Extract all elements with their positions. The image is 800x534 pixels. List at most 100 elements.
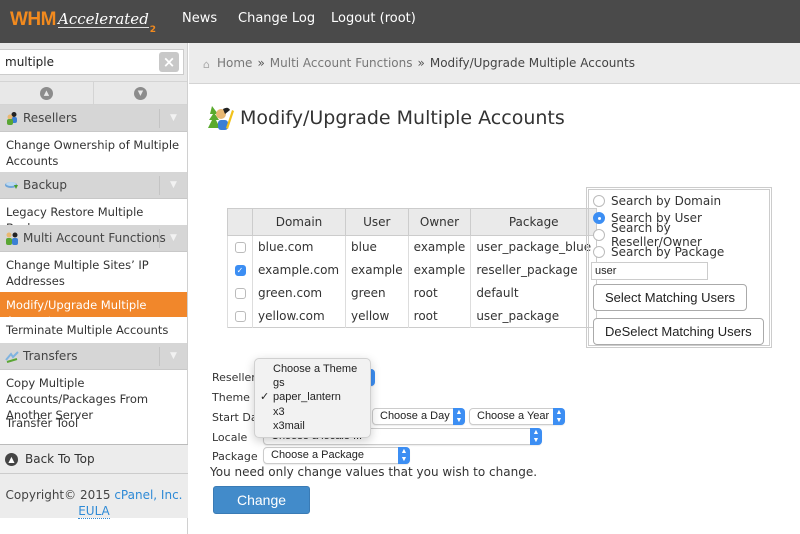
match-search-input[interactable] bbox=[591, 262, 708, 280]
chevron-down-icon[interactable]: ▼ bbox=[159, 176, 187, 195]
radio-search-reseller[interactable]: Search by Reseller/Owner bbox=[593, 221, 765, 249]
logo-whm-text: WHM bbox=[10, 9, 56, 30]
package-select[interactable]: Choose a Package ▲ ▼ bbox=[263, 447, 410, 464]
cpanel-link[interactable]: cPanel, Inc. bbox=[114, 488, 182, 502]
cell-package: user_package bbox=[470, 304, 597, 328]
modify-accounts-icon bbox=[206, 104, 234, 132]
theme-label: Theme bbox=[212, 391, 250, 404]
cell-domain: example.com bbox=[252, 258, 346, 282]
logo-version: 2 bbox=[149, 25, 157, 35]
theme-option-gs[interactable]: gs bbox=[255, 376, 370, 390]
sidebar-footer: Copyright© 2015 cPanel, Inc. EULA bbox=[0, 474, 188, 519]
cell-domain: green.com bbox=[252, 281, 346, 305]
radio-button[interactable] bbox=[593, 194, 605, 207]
accounts-table: Domain User Owner Package blue.com blue … bbox=[227, 208, 598, 328]
cell-domain: blue.com bbox=[252, 235, 346, 259]
sidebar-category-multi-account[interactable]: Multi Account Functions ▼ bbox=[0, 225, 187, 252]
resellers-icon bbox=[5, 111, 19, 125]
breadcrumb-section[interactable]: Multi Account Functions bbox=[270, 56, 413, 70]
row-checkbox-checked[interactable]: ✓ bbox=[234, 265, 246, 276]
sidebar-category-backup[interactable]: Backup ▼ bbox=[0, 172, 187, 199]
sidebar-search-input[interactable] bbox=[0, 49, 184, 75]
sidebar-category-resellers[interactable]: Resellers ▼ bbox=[0, 105, 187, 132]
backup-icon bbox=[5, 178, 19, 192]
radio-search-domain[interactable]: Search by Domain bbox=[593, 192, 765, 209]
option-label: paper_lantern bbox=[273, 391, 341, 404]
breadcrumb-current: Modify/Upgrade Multiple Accounts bbox=[429, 56, 635, 70]
table-row: blue.com blue example user_package_blue bbox=[227, 235, 597, 259]
column-header-package[interactable]: Package bbox=[470, 208, 598, 236]
breadcrumb: ⌂ Home » Multi Account Functions » Modif… bbox=[189, 43, 800, 84]
row-checkbox[interactable] bbox=[234, 288, 246, 299]
nav-change-log[interactable]: Change Log bbox=[238, 11, 315, 26]
breadcrumb-separator: » bbox=[417, 56, 425, 70]
expand-all-button[interactable]: ▼ bbox=[94, 82, 187, 104]
column-header-user[interactable]: User bbox=[345, 208, 409, 236]
option-label: Choose a Theme bbox=[273, 363, 358, 375]
theme-option-x3[interactable]: x3 bbox=[255, 405, 370, 419]
row-checkbox[interactable] bbox=[234, 242, 246, 254]
collapse-all-button[interactable]: ▲ bbox=[0, 82, 94, 104]
day-select[interactable]: Choose a Day ▲ ▼ bbox=[372, 408, 465, 425]
home-icon[interactable]: ⌂ bbox=[203, 58, 214, 71]
chevron-down-icon: ▼ bbox=[134, 86, 147, 100]
row-checkbox[interactable] bbox=[234, 310, 246, 322]
nav-logout[interactable]: Logout (root) bbox=[331, 11, 416, 26]
row-select-cell: ✓ bbox=[227, 258, 253, 282]
option-label: x3 bbox=[273, 405, 285, 418]
back-to-top-button[interactable]: ▲ Back To Top bbox=[0, 444, 188, 474]
nav-news[interactable]: News bbox=[182, 11, 217, 26]
cell-user: yellow bbox=[345, 304, 409, 328]
year-select[interactable]: Choose a Year ▲ ▼ bbox=[469, 408, 565, 425]
theme-dropdown-menu: Choose a Theme gs ✓ paper_lantern x3 x3ma… bbox=[254, 358, 371, 438]
select-arrows-icon: ▲▼ bbox=[553, 408, 565, 425]
whm-logo[interactable]: WHM Accelerated 2 bbox=[10, 6, 156, 36]
row-select-cell bbox=[227, 281, 253, 305]
back-to-top-label: Back To Top bbox=[25, 452, 95, 466]
option-label: gs bbox=[273, 377, 285, 390]
change-note: You need only change values that you wis… bbox=[210, 465, 538, 479]
cell-user: example bbox=[345, 258, 409, 282]
cell-owner: example bbox=[407, 235, 471, 259]
day-select-value: Choose a Day bbox=[380, 410, 450, 422]
theme-option-choose[interactable]: Choose a Theme bbox=[255, 362, 370, 376]
radio-button[interactable] bbox=[593, 228, 605, 241]
sidebar-item-legacy-restore[interactable]: Legacy Restore Multiple Backups bbox=[0, 199, 187, 235]
sidebar-item-change-ownership[interactable]: Change Ownership of Multiple Accounts bbox=[0, 132, 187, 172]
transfers-icon bbox=[5, 349, 19, 363]
eula-link[interactable]: EULA bbox=[78, 504, 110, 519]
sidebar-category-transfers[interactable]: Transfers ▼ bbox=[0, 343, 187, 370]
page-title: Modify/Upgrade Multiple Accounts bbox=[240, 107, 565, 129]
radio-button-selected[interactable] bbox=[593, 211, 605, 224]
sidebar-item-modify-upgrade[interactable]: Modify/Upgrade Multiple Accounts bbox=[0, 292, 187, 328]
arrow-up-circle-icon: ▲ bbox=[5, 452, 18, 466]
cell-user: green bbox=[345, 281, 409, 305]
sidebar-item-change-ip[interactable]: Change Multiple Sites’ IP Addresses bbox=[0, 252, 187, 292]
option-label: x3mail bbox=[273, 419, 305, 432]
chevron-up-icon: ▲ bbox=[40, 86, 53, 100]
column-header-owner[interactable]: Owner bbox=[407, 208, 472, 236]
sidebar-item-copy-accounts[interactable]: Copy Multiple Accounts/Packages From Ano… bbox=[0, 370, 187, 422]
multi-account-icon bbox=[5, 231, 19, 245]
sidebar: × ▲ ▼ Resellers ▼ Change Ownership of Mu… bbox=[0, 43, 188, 534]
theme-option-x3mail[interactable]: x3mail bbox=[255, 419, 370, 433]
select-arrows-icon: ▲▼ bbox=[398, 447, 410, 464]
column-header-domain[interactable]: Domain bbox=[252, 208, 346, 236]
clear-search-icon[interactable]: × bbox=[159, 52, 179, 72]
breadcrumb-home[interactable]: Home bbox=[217, 56, 252, 70]
cell-owner: example bbox=[407, 258, 471, 282]
radio-button[interactable] bbox=[593, 245, 605, 258]
theme-option-paper-lantern[interactable]: ✓ paper_lantern bbox=[255, 390, 370, 404]
category-label: Multi Account Functions bbox=[23, 231, 166, 245]
chevron-down-icon[interactable]: ▼ bbox=[159, 109, 187, 128]
cell-owner: root bbox=[407, 304, 471, 328]
table-row: green.com green root default bbox=[227, 281, 597, 305]
package-select-value: Choose a Package bbox=[271, 449, 364, 461]
deselect-matching-button[interactable]: DeSelect Matching Users bbox=[593, 318, 764, 345]
chevron-down-icon[interactable]: ▼ bbox=[159, 347, 187, 366]
select-matching-button[interactable]: Select Matching Users bbox=[593, 284, 748, 311]
row-select-cell bbox=[227, 304, 253, 328]
chevron-down-icon[interactable]: ▼ bbox=[159, 229, 187, 248]
radio-label: Search by Domain bbox=[611, 193, 722, 208]
change-button[interactable]: Change bbox=[213, 486, 310, 514]
